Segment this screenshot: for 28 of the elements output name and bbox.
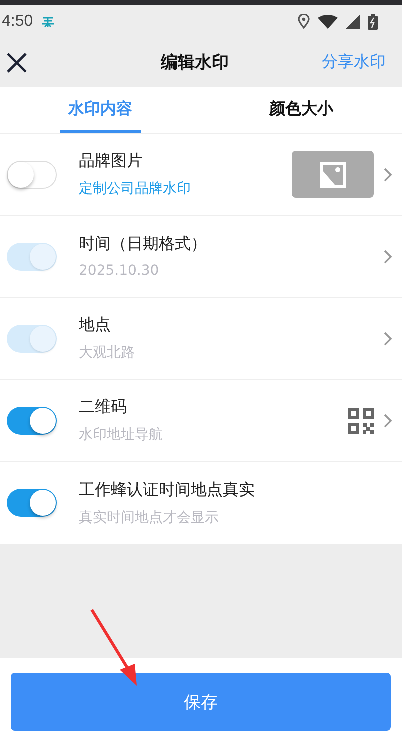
qr-code-icon[interactable] — [348, 408, 374, 434]
page-title: 编辑水印 — [160, 52, 230, 74]
row-subtitle: 水印地址导航 — [79, 426, 164, 444]
save-button[interactable]: 保存 — [11, 673, 391, 731]
row-subtitle: 真实时间地点才会显示 — [79, 508, 220, 526]
toggle-switch[interactable] — [7, 160, 57, 188]
chevron-icon[interactable] — [384, 168, 392, 182]
chevron-icon[interactable] — [384, 414, 392, 428]
wifi-icon — [318, 14, 338, 28]
image-placeholder[interactable] — [292, 151, 374, 198]
toggle-switch[interactable] — [7, 489, 57, 517]
battery-icon — [368, 14, 378, 30]
row-title: 时间（日期格式） — [79, 234, 208, 255]
tab[interactable]: 颜色大小 — [261, 87, 342, 133]
row-title: 工作蜂认证时间地点真实 — [79, 480, 256, 500]
row-subtitle: 大观北路 — [79, 344, 136, 362]
close-icon[interactable] — [6, 52, 28, 74]
row-subtitle: 2025.10.30 — [79, 263, 160, 279]
share-link[interactable]: 分享水印 — [322, 52, 386, 73]
row-title: 品牌图片 — [79, 151, 144, 172]
row-link[interactable]: 定制公司品牌水印 — [79, 180, 292, 198]
location-icon — [298, 14, 310, 29]
status-time: 4:50 — [2, 12, 34, 30]
toggle-switch[interactable] — [7, 406, 57, 434]
app-notification-icon — [41, 16, 56, 28]
row-title: 二维码 — [79, 397, 128, 418]
signal-icon — [346, 14, 360, 28]
row-title: 地点 — [79, 315, 112, 336]
